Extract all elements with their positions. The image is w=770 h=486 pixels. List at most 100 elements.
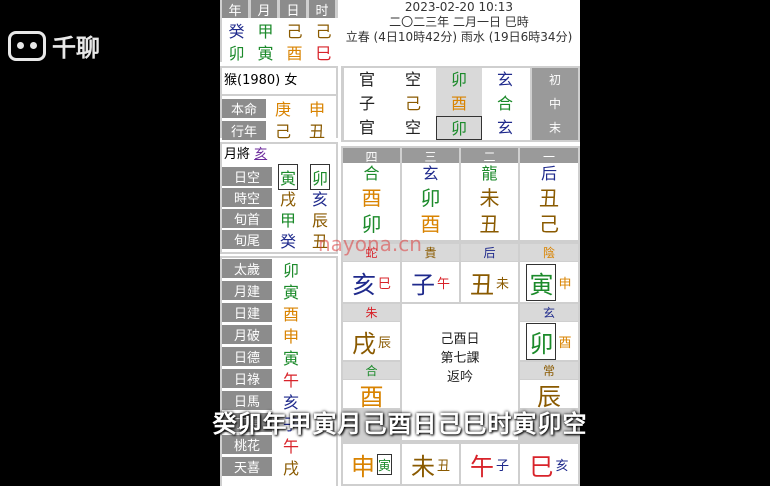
monthly-general-value: 亥 <box>254 147 268 162</box>
san-chuan-row: 官 空 卯 玄 <box>344 116 530 140</box>
chuan-god: 玄 <box>496 118 513 137</box>
heaven-branch: 丑 <box>469 270 494 299</box>
logo-face-icon <box>8 30 46 61</box>
shensha-value: 戌 <box>282 458 299 478</box>
earth-branch: 寅 <box>376 453 392 475</box>
kong-row: 時空 戌 亥 <box>222 187 336 209</box>
stem: 甲 <box>257 22 274 41</box>
lunar-date: 二〇二三年 二月一日 巳時 <box>389 15 529 29</box>
app-logo: 千聊 <box>8 28 100 63</box>
san-chuan-row: 官 空 卯 玄 <box>344 68 530 92</box>
earth-branch: 亥 <box>555 458 569 474</box>
ke-lower: 丑 <box>479 212 500 236</box>
kong: 己 <box>404 94 421 113</box>
shensha-label: 太歲 <box>222 259 272 278</box>
plate-cell: 寅 申 <box>520 262 578 302</box>
profile-label: 行年 <box>222 120 266 140</box>
kong-label: 旬尾 <box>222 230 272 249</box>
shensha-row: 日德 寅 <box>222 346 336 368</box>
logo-text: 千聊 <box>52 34 100 62</box>
ke-god: 玄 <box>422 164 439 183</box>
pillar-branches: 卯 寅 酉 巳 <box>222 40 338 64</box>
branch: 巳 <box>315 44 332 63</box>
plate-cell: 丑 未 <box>461 262 518 302</box>
si-ke-body: 合 酉 卯 玄 卯 酉 龍 未 丑 后 丑 己 <box>343 163 578 240</box>
ke-upper: 未 <box>479 186 500 210</box>
plate-cell: 未 丑 <box>402 444 459 484</box>
earth-branch: 申 <box>558 276 572 292</box>
chuan-label: 末 <box>548 121 561 135</box>
plate-cell: 申 寅 <box>343 444 400 484</box>
chuan-branch: 卯 <box>436 68 482 92</box>
branch: 酉 <box>286 44 303 63</box>
relation: 官 <box>358 118 375 137</box>
kong: 空 <box>404 70 421 89</box>
earth-branch: 未 <box>495 276 509 292</box>
pillar-label: 时 <box>309 0 335 19</box>
profile-branch: 申 <box>308 100 325 119</box>
chuan-label: 初 <box>548 73 561 87</box>
video-subtitle: 癸卯年甲寅月己酉日己巳时寅卯空 <box>212 410 588 438</box>
chuan-god: 合 <box>496 94 513 113</box>
chuan-god: 玄 <box>496 70 513 89</box>
plate-cell: 巳 亥 <box>520 444 578 484</box>
shensha-value: 午 <box>282 370 299 390</box>
day-pillar: 己酉日 <box>440 332 480 347</box>
san-chuan-row: 子 己 酉 合 <box>344 92 530 116</box>
heaven-branch: 戌 <box>351 329 376 358</box>
san-chuan-table: 官 空 卯 玄 子 己 酉 合 官 空 卯 玄 <box>344 68 530 140</box>
ke-upper: 丑 <box>539 186 559 210</box>
stem: 己 <box>315 22 332 41</box>
plate-bottom-row: 申 寅 未 丑 午 子 巳 亥 <box>343 444 578 484</box>
shensha-value: 申 <box>282 326 299 346</box>
kong-row: 日空 寅 卯 <box>222 163 336 190</box>
shensha-label: 月破 <box>222 325 272 344</box>
ke-god: 后 <box>540 164 557 183</box>
monthly-general-label: 月將 <box>224 147 251 162</box>
plate-god: 后 <box>461 244 518 261</box>
ke-lower: 己 <box>539 212 559 236</box>
plate-cell: 午 子 <box>461 444 518 484</box>
shensha-label: 天喜 <box>222 457 272 476</box>
si-ke-col: 龍 未 丑 <box>461 163 518 240</box>
shensha-row: 天喜 戌 <box>222 456 336 478</box>
plate-god: 朱 <box>343 304 400 321</box>
ke-god: 龍 <box>481 164 498 183</box>
plate-god: 玄 <box>520 304 578 321</box>
shensha-value: 酉 <box>282 304 299 324</box>
chuan-label: 中 <box>548 97 561 111</box>
profile-stem: 己 <box>274 122 291 141</box>
earth-branch: 巳 <box>377 276 391 292</box>
earth-branch: 午 <box>436 276 450 292</box>
heaven-branch: 亥 <box>351 270 376 299</box>
shensha-row: 太歲 卯 <box>222 258 336 280</box>
chuan-branch: 酉 <box>436 92 482 116</box>
shensha-label: 日祿 <box>222 369 272 388</box>
chuan-labels: 初 中 末 <box>532 68 578 140</box>
kong-label: 旬首 <box>222 209 272 228</box>
kong: 空 <box>404 118 421 137</box>
plate-cell: 戌 辰 <box>343 322 400 360</box>
shensha-value: 寅 <box>282 348 299 368</box>
heaven-branch: 巳 <box>529 452 554 481</box>
shensha-row: 月建 寅 <box>222 280 336 302</box>
ke-upper: 酉 <box>361 186 382 210</box>
shensha-label: 日德 <box>222 347 272 366</box>
stem: 己 <box>286 22 303 41</box>
relation: 官 <box>358 70 375 89</box>
pillar-label: 日 <box>280 0 306 19</box>
shensha-row: 日祿 午 <box>222 368 336 390</box>
relation: 子 <box>358 94 375 113</box>
plate-cell: 子 午 <box>402 262 459 302</box>
heaven-branch: 申 <box>350 452 375 481</box>
kong-row: 旬首 甲 辰 <box>222 208 336 230</box>
kong-label: 日空 <box>222 167 272 186</box>
shensha-row: 月破 申 <box>222 324 336 346</box>
pillar-stems: 癸 甲 己 己 <box>222 18 338 42</box>
kong-label: 時空 <box>222 188 272 207</box>
date-info: 2023-02-20 10:13 二〇二三年 二月一日 巳時 立春 (4日10時… <box>338 0 580 45</box>
ke-god: 合 <box>363 164 380 183</box>
lesson-type: 返吟 <box>446 370 473 385</box>
site-watermark: nayona.cn <box>318 232 422 256</box>
plate-cell: 亥 巳 <box>343 262 400 302</box>
